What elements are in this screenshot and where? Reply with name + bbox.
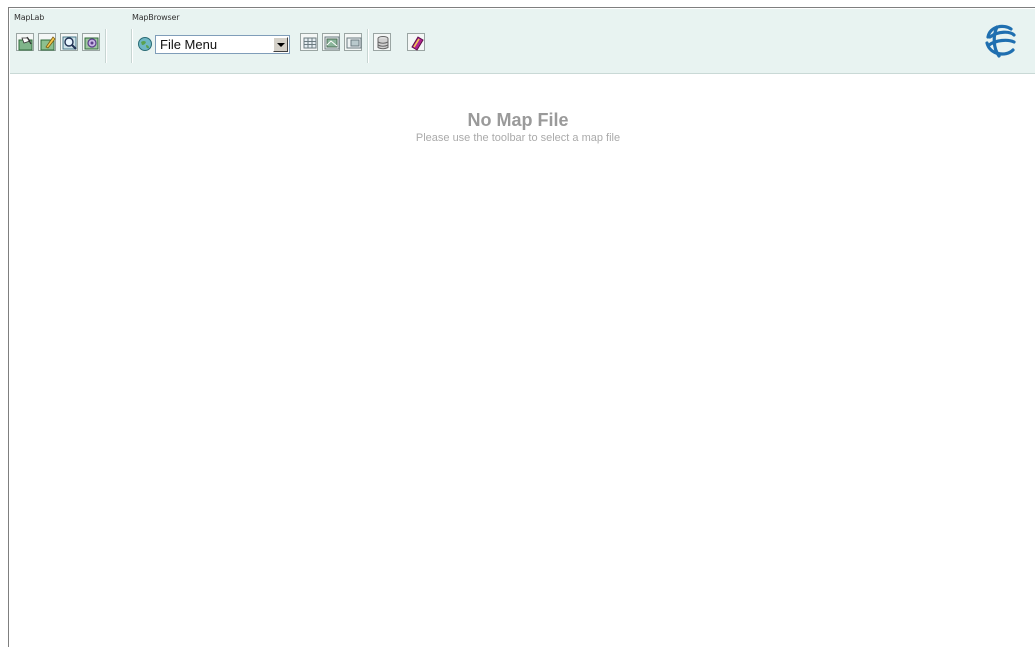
map-settings-button[interactable] [82, 33, 100, 51]
map-edit-icon [18, 36, 33, 51]
empty-state: No Map File Please use the toolbar to se… [0, 110, 1036, 144]
map-zoom-button[interactable] [60, 33, 78, 51]
file-menu-value: File Menu [160, 37, 218, 52]
grid-view-icon [303, 37, 317, 49]
book-button[interactable] [407, 33, 425, 51]
app-frame: MapLab MapBrowser File Menu [8, 7, 1035, 647]
database-button[interactable] [373, 33, 391, 51]
toolbar-separator [367, 29, 369, 63]
file-menu-select[interactable]: File Menu [155, 35, 290, 54]
database-icon [377, 36, 389, 50]
empty-state-subtitle: Please use the toolbar to select a map f… [415, 132, 621, 144]
map-panel-icon [346, 37, 362, 49]
empty-state-title: No Map File [467, 110, 569, 130]
globe-logo-icon [985, 24, 1016, 58]
map-settings-icon [84, 37, 99, 50]
map-paint-button[interactable] [38, 33, 56, 51]
globe-icon [138, 37, 152, 51]
chevron-down-icon[interactable] [273, 37, 288, 52]
toolbar-separator [105, 29, 107, 63]
map-edit-button[interactable] [16, 33, 34, 51]
map-paint-icon [40, 36, 56, 51]
map-zoom-icon [62, 36, 77, 50]
map-window-icon [324, 36, 340, 50]
globe-button[interactable] [137, 36, 153, 52]
mapbrowser-group-label: MapBrowser [132, 13, 180, 22]
book-icon [411, 36, 424, 51]
toolbar-separator [131, 29, 133, 63]
grid-view-button[interactable] [300, 33, 318, 51]
toolbar: MapLab MapBrowser File Menu [10, 9, 1035, 74]
map-panel-button[interactable] [344, 33, 362, 51]
maplab-group-label: MapLab [14, 13, 45, 22]
map-window-button[interactable] [322, 33, 340, 51]
